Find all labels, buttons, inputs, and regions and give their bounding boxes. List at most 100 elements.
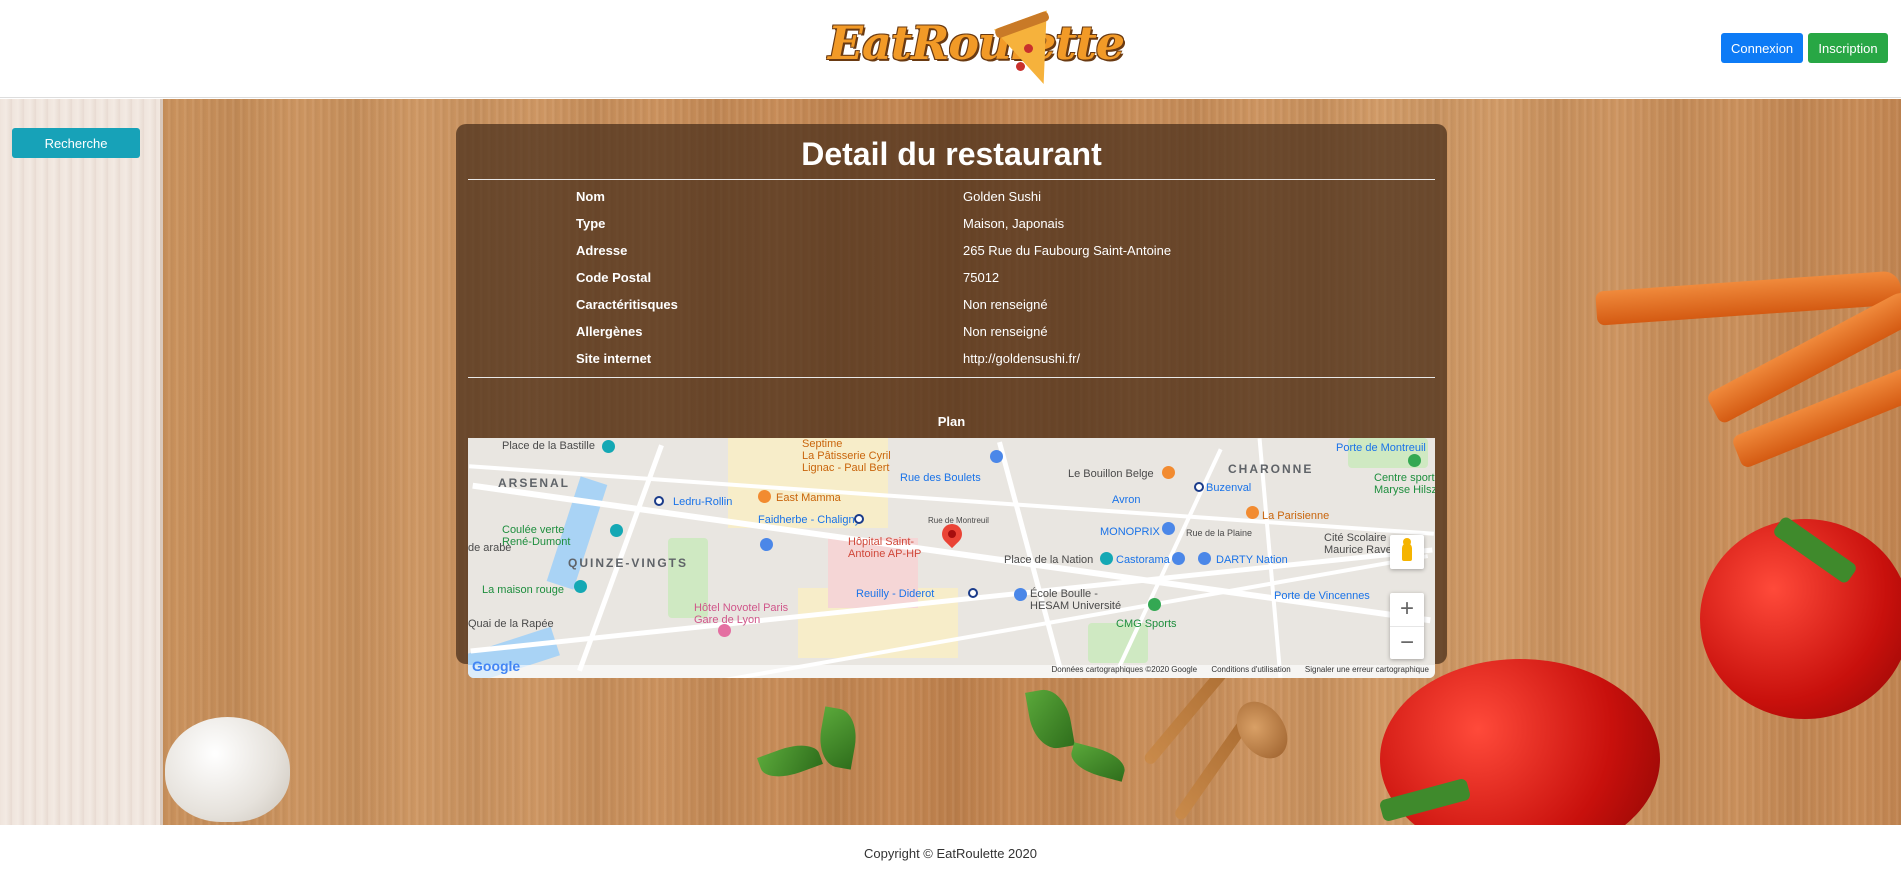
map-label: La Pâtisserie Cyril Lignac - Paul Bert bbox=[802, 450, 891, 474]
map-label: Reuilly - Diderot bbox=[856, 588, 935, 600]
header: EatRoulette Connexion Inscription bbox=[0, 0, 1901, 98]
map-label: Porte de Vincennes bbox=[1274, 590, 1370, 602]
copyright-text: Copyright © EatRoulette 2020 bbox=[864, 846, 1037, 861]
detail-value: Golden Sushi bbox=[963, 189, 1042, 204]
poi-marker bbox=[1172, 552, 1185, 565]
map-label: Castorama bbox=[1116, 554, 1170, 566]
map-label: CMG Sports bbox=[1116, 618, 1177, 630]
map-label: Coulée verte René-Dumont bbox=[502, 524, 571, 548]
detail-row-code-postal: Code Postal 75012 bbox=[456, 265, 1447, 292]
map-label: Hôpital Saint-Antoine AP-HP bbox=[848, 536, 922, 560]
map-label: Centre sportif Maryse Hilsz bbox=[1374, 472, 1435, 496]
divider bbox=[468, 377, 1435, 378]
detail-value: Non renseigné bbox=[963, 297, 1048, 312]
pegman-icon bbox=[1402, 543, 1412, 561]
detail-title: Detail du restaurant bbox=[801, 136, 1102, 172]
detail-value: 75012 bbox=[963, 270, 1000, 285]
detail-label: Code Postal bbox=[576, 270, 652, 285]
detail-label: Adresse bbox=[576, 243, 628, 258]
poi-marker bbox=[602, 440, 615, 453]
map-label: Ledru-Rollin bbox=[673, 496, 733, 508]
map-label: Faidherbe - Chaligny bbox=[758, 514, 861, 526]
map-label: Hôtel Novotel Paris Gare de Lyon bbox=[694, 602, 789, 626]
detail-label: Caractéritisques bbox=[576, 297, 678, 312]
divider bbox=[468, 179, 1435, 180]
map-label: Le Bouillon Belge bbox=[1068, 468, 1154, 480]
map-label: Porte de Montreuil bbox=[1336, 442, 1426, 454]
detail-row-adresse: Adresse 265 Rue du Faubourg Saint-Antoin… bbox=[456, 238, 1447, 265]
map-report-link[interactable]: Signaler une erreur cartographique bbox=[1305, 665, 1429, 674]
detail-row-caracteristiques: Caractéritisques Non renseigné bbox=[456, 292, 1447, 319]
logo-text: EatRoulette bbox=[828, 16, 1125, 70]
map-label: Place de la Bastille bbox=[502, 440, 595, 452]
basil-leaf-decoration bbox=[815, 706, 861, 770]
poi-marker bbox=[1148, 598, 1161, 611]
zoom-controls: + − bbox=[1390, 593, 1424, 659]
eatroulette-logo[interactable]: EatRoulette bbox=[828, 10, 1125, 94]
poi-marker bbox=[1246, 506, 1259, 519]
metro-icon bbox=[854, 514, 864, 524]
detail-value: Non renseigné bbox=[963, 324, 1048, 339]
poi-marker bbox=[1198, 552, 1211, 565]
plan-label: Plan bbox=[937, 414, 966, 429]
map-label: MONOPRIX bbox=[1100, 526, 1160, 538]
map-label: École Boulle - HESAM Université bbox=[1030, 588, 1122, 612]
poi-marker bbox=[1408, 454, 1421, 467]
poi-marker bbox=[610, 524, 623, 537]
poi-marker bbox=[574, 580, 587, 593]
poi-marker bbox=[1162, 522, 1175, 535]
map-label: La maison rouge bbox=[482, 584, 564, 596]
basil-leaf-decoration bbox=[757, 737, 823, 785]
inscription-button[interactable]: Inscription bbox=[1808, 33, 1888, 63]
map-label: East Mamma bbox=[776, 492, 841, 504]
metro-icon bbox=[968, 588, 978, 598]
connexion-button[interactable]: Connexion bbox=[1721, 33, 1803, 63]
recherche-button[interactable]: Recherche bbox=[12, 128, 140, 158]
poi-marker bbox=[718, 624, 731, 637]
main-content: Recherche Detail du restaurant Nom Golde… bbox=[0, 99, 1901, 825]
map-label: Buzenval bbox=[1206, 482, 1252, 494]
map-label: Rue de la Plaine bbox=[1186, 528, 1253, 538]
poi-marker bbox=[758, 490, 771, 503]
detail-row-nom: Nom Golden Sushi bbox=[456, 184, 1447, 211]
sidebar: Recherche bbox=[0, 99, 163, 825]
map-label: Place de la Nation bbox=[1004, 554, 1094, 566]
google-map[interactable]: Place de la Bastille Septime La Pâtisser… bbox=[468, 438, 1435, 678]
detail-value: Maison, Japonais bbox=[963, 216, 1065, 231]
google-logo[interactable]: Google bbox=[472, 658, 520, 674]
detail-row-type: Type Maison, Japonais bbox=[456, 211, 1447, 238]
map-label: QUINZE-VINGTS bbox=[568, 556, 689, 570]
map-label: ARSENAL bbox=[498, 476, 571, 490]
website-link[interactable]: http://goldensushi.fr/ bbox=[963, 351, 1080, 366]
metro-icon bbox=[1194, 482, 1204, 492]
detail-label: Site internet bbox=[576, 351, 652, 366]
pepperoni-icon bbox=[1016, 62, 1025, 71]
detail-label: Nom bbox=[576, 189, 605, 204]
map-label: CHARONNE bbox=[1228, 462, 1314, 476]
restaurant-detail-card: Detail du restaurant Nom Golden Sushi Ty… bbox=[456, 124, 1447, 678]
map-terms-link[interactable]: Conditions d'utilisation bbox=[1211, 665, 1290, 674]
map-footer: Données cartographiques ©2020 Google Con… bbox=[468, 665, 1435, 678]
wooden-spoon-bowl-decoration bbox=[1226, 691, 1298, 769]
garlic-decoration bbox=[165, 717, 290, 822]
detail-row-allergenes: Allergènes Non renseigné bbox=[456, 319, 1447, 346]
poi-marker bbox=[1162, 466, 1175, 479]
pepperoni-icon bbox=[1024, 44, 1033, 53]
zoom-in-button[interactable]: + bbox=[1390, 593, 1424, 626]
footer: Copyright © EatRoulette 2020 bbox=[0, 825, 1901, 879]
metro-icon bbox=[654, 496, 664, 506]
map-label: DARTY Nation bbox=[1216, 554, 1288, 566]
detail-label: Type bbox=[576, 216, 606, 231]
map-label: Avron bbox=[1112, 494, 1141, 506]
map-data-credit: Données cartographiques ©2020 Google bbox=[1051, 665, 1198, 674]
poi-marker bbox=[1014, 588, 1027, 601]
map-label: Rue des Boulets bbox=[900, 472, 981, 484]
poi-marker bbox=[760, 538, 773, 551]
detail-value: 265 Rue du Faubourg Saint-Antoine bbox=[963, 243, 1172, 258]
zoom-out-button[interactable]: − bbox=[1390, 626, 1424, 659]
map-label: Rue de Montreuil bbox=[928, 516, 989, 525]
detail-label: Allergènes bbox=[576, 324, 643, 339]
basil-leaf-decoration bbox=[1025, 685, 1075, 753]
street-view-button[interactable] bbox=[1390, 535, 1424, 569]
map-label: Quai de la Rapée bbox=[468, 618, 554, 630]
